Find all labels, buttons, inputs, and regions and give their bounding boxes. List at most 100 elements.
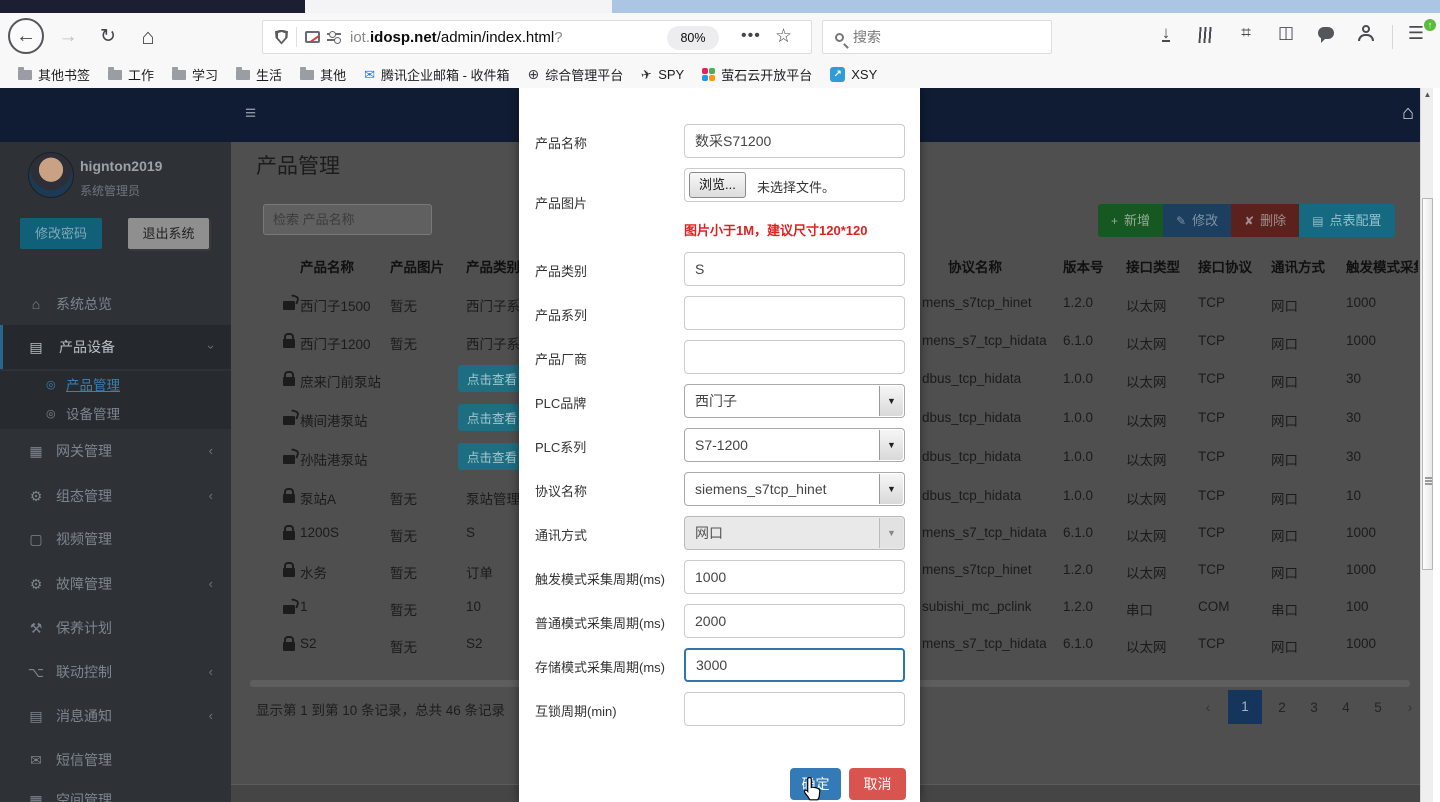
add-button[interactable]: +新增: [1098, 204, 1163, 237]
interlock_cycle-input[interactable]: [684, 692, 905, 726]
account-icon[interactable]: [1352, 25, 1380, 41]
back-button[interactable]: ←: [8, 18, 44, 54]
storage_cycle-input[interactable]: [684, 648, 905, 682]
pagination-page-4[interactable]: 4: [1333, 700, 1359, 715]
sidebar-item-10[interactable]: ⌥联动控制‹: [0, 650, 231, 694]
sidebar-item-7[interactable]: ▢视频管理: [0, 517, 231, 561]
product_series-input[interactable]: [684, 296, 905, 330]
navbar-home-icon[interactable]: ⌂: [1402, 102, 1414, 125]
plc_series-select[interactable]: S7-1200▼: [684, 428, 905, 462]
view-image-button[interactable]: 点击查看: [458, 365, 526, 392]
cell-image: 暂无: [390, 562, 417, 582]
tabbar-dark-segment: [0, 0, 305, 13]
page-actions-icon[interactable]: •••: [741, 27, 761, 45]
product_image-file-input[interactable]: 浏览...未选择文件。: [684, 168, 905, 202]
bookmark-item[interactable]: ✈SPY: [641, 67, 684, 83]
chevron-down-icon[interactable]: ▼: [879, 430, 903, 460]
library-icon[interactable]: [1192, 27, 1220, 48]
cell-interface_protocol: TCP: [1198, 562, 1225, 577]
cell-name: 西门子1200: [300, 333, 371, 353]
page-scrollbar[interactable]: ▲: [1420, 88, 1433, 802]
scrollbar-thumb[interactable]: [1422, 198, 1433, 570]
cell-version: 1.2.0: [1063, 295, 1093, 310]
cell-interface_protocol: COM: [1198, 599, 1230, 614]
forward-button[interactable]: →: [52, 21, 84, 53]
images-blocked-icon[interactable]: [305, 31, 320, 43]
bookmark-item[interactable]: 其他书签: [18, 65, 90, 84]
sidebar-item-6[interactable]: ⚙组态管理‹: [0, 474, 231, 518]
edit-button[interactable]: ✎修改: [1163, 204, 1231, 237]
folder-icon: [172, 70, 186, 80]
cell-interface_type: 以太网: [1126, 371, 1167, 391]
sidebar-toggle-icon[interactable]: ≡: [245, 103, 256, 125]
bookmark-star-icon[interactable]: ☆: [775, 25, 792, 48]
pagination-prev[interactable]: ‹: [1195, 700, 1221, 715]
zoom-level-indicator[interactable]: 80%: [667, 26, 719, 50]
cancel-button[interactable]: 取消: [849, 768, 906, 800]
plc_brand-select[interactable]: 西门子▼: [684, 384, 905, 418]
cell-interface_type: 串口: [1126, 599, 1153, 619]
sidebar-item-9[interactable]: ⚒保养计划: [0, 606, 231, 650]
cell-trigger: 1000: [1346, 636, 1376, 651]
folder-icon: [236, 70, 250, 80]
sidebar-item-11[interactable]: ▤消息通知‹: [0, 694, 231, 738]
sidebar-item-12[interactable]: ✉短信管理: [0, 738, 231, 782]
messages-icon[interactable]: [1312, 27, 1340, 39]
downloads-icon[interactable]: ↓: [1152, 23, 1180, 43]
product_name-input[interactable]: [684, 124, 905, 158]
url-bar[interactable]: iot.idosp.net/admin/index.html? 80% ••• …: [262, 20, 812, 54]
bookmark-item[interactable]: 工作: [108, 65, 154, 84]
bookmark-item[interactable]: 学习: [172, 65, 218, 84]
sidebar-item-label: 故障管理: [56, 562, 112, 606]
bookmark-item[interactable]: ↗XSY: [830, 67, 877, 82]
active-tab[interactable]: [305, 0, 612, 13]
product-search-input[interactable]: [263, 204, 432, 235]
browse-button[interactable]: 浏览...: [689, 172, 746, 198]
cell-interface_type: 以太网: [1126, 525, 1167, 545]
home-button[interactable]: ⌂: [132, 21, 164, 53]
cell-name: S2: [300, 636, 317, 651]
permissions-icon[interactable]: [327, 31, 341, 43]
protocol_name-select[interactable]: siemens_s7tcp_hinet ▼: [684, 472, 905, 506]
del-button[interactable]: ✘删除: [1231, 204, 1299, 237]
cell-image: 暂无: [390, 599, 417, 619]
tracking-protection-shield-icon[interactable]: [275, 30, 288, 45]
sidebar-item-label: 空间管理: [56, 778, 112, 802]
sidebar-item-8[interactable]: ⚙故障管理‹: [0, 562, 231, 606]
normal_cycle-input[interactable]: [684, 604, 905, 638]
product_vendor-input[interactable]: [684, 340, 905, 374]
sidebar-item-5[interactable]: ▦网关管理‹: [0, 429, 231, 473]
gateway-icon: ▦: [26, 778, 46, 802]
bookmark-item[interactable]: ⊕综合管理平台: [528, 65, 624, 84]
view-image-button[interactable]: 点击查看: [458, 404, 526, 431]
change-password-button[interactable]: 修改密码: [20, 218, 102, 249]
chevron-down-icon[interactable]: ▼: [879, 518, 903, 548]
bookmark-item[interactable]: ✉腾讯企业邮箱 - 收件箱: [364, 65, 509, 84]
pagination-page-5[interactable]: 5: [1365, 700, 1391, 715]
url-text[interactable]: iot.idosp.net/admin/index.html?: [350, 29, 563, 46]
sidebar-item-3[interactable]: ◎产品管理: [0, 371, 231, 400]
bookmark-item[interactable]: 生活: [236, 65, 282, 84]
search-bar[interactable]: 搜索: [822, 20, 1052, 54]
view-image-button[interactable]: 点击查看: [458, 443, 526, 470]
pagination-page-3[interactable]: 3: [1301, 700, 1327, 715]
screenshot-tool-icon[interactable]: ⌗: [1232, 23, 1260, 43]
bookmark-item[interactable]: 萤石云开放平台: [702, 65, 812, 84]
sidebar-item-13[interactable]: ▦ 空间管理: [0, 778, 231, 802]
lock-icon: [283, 642, 295, 651]
reload-button[interactable]: ↻: [92, 21, 124, 53]
logout-button[interactable]: 退出系统: [128, 218, 209, 249]
chevron-down-icon[interactable]: ▼: [879, 474, 903, 504]
pagination-page-2[interactable]: 2: [1269, 700, 1295, 715]
sidebar-item-2[interactable]: ▤产品设备›: [0, 325, 231, 369]
pagination-page-1[interactable]: 1: [1228, 690, 1262, 724]
cfg-button[interactable]: ▤点表配置: [1299, 204, 1394, 237]
bookmark-item[interactable]: 其他: [300, 65, 346, 84]
sidebar-item-4[interactable]: ◎设备管理: [0, 400, 231, 429]
product_category-input[interactable]: [684, 252, 905, 286]
protocol_name-value: siemens_s7tcp_hinet: [695, 481, 827, 497]
sidebars-icon[interactable]: ◫: [1272, 23, 1300, 43]
chevron-down-icon[interactable]: ▼: [879, 386, 903, 416]
trigger_cycle-input[interactable]: [684, 560, 905, 594]
sidebar-item-1[interactable]: ⌂系统总览: [0, 282, 231, 326]
